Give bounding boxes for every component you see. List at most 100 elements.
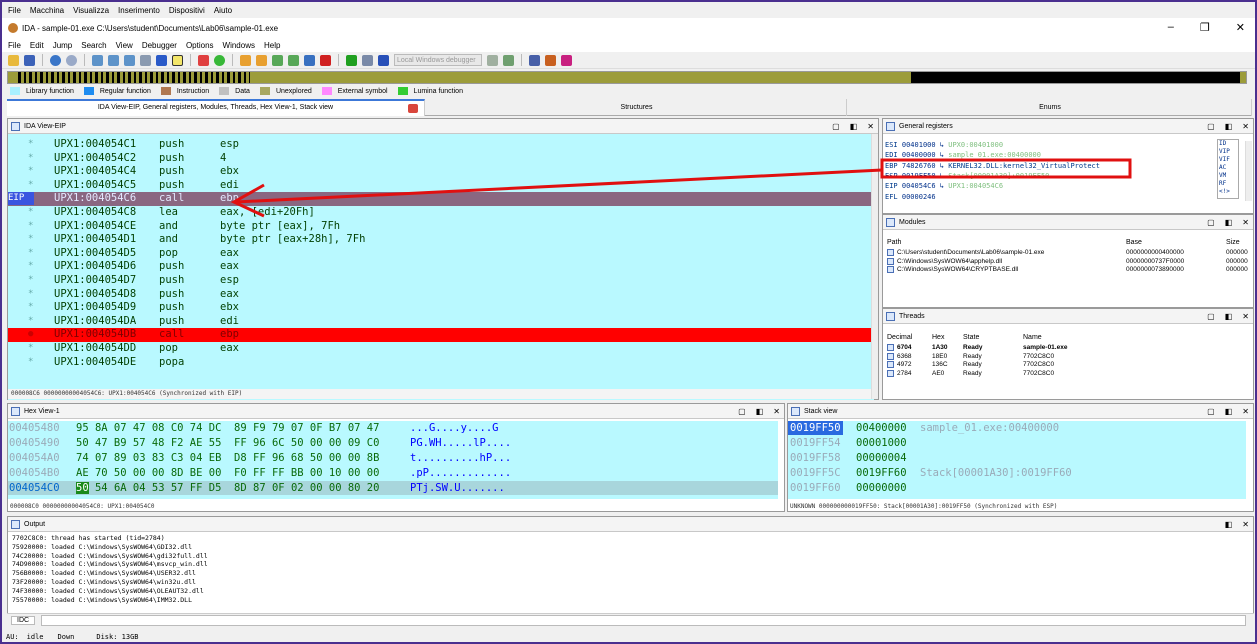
- settings-icon[interactable]: [503, 54, 514, 66]
- asm-line[interactable]: * UPX1:004054DD pop eax: [8, 342, 874, 356]
- thread-decimal[interactable]: 6704: [897, 344, 911, 351]
- tab-structures[interactable]: Structures: [427, 99, 847, 116]
- pane-float-icon[interactable]: ◧: [1225, 119, 1233, 134]
- pane-menu-icon[interactable]: ▢: [1207, 309, 1215, 324]
- stop-icon[interactable]: [378, 54, 389, 66]
- down-arrow-icon[interactable]: [156, 54, 167, 66]
- print-icon[interactable]: [140, 54, 151, 66]
- pane-menu-icon[interactable]: ▢: [832, 119, 840, 134]
- register-row[interactable]: ESP 0019FF50 ↳ Stack[00001A30]:0019FF50: [885, 171, 1049, 181]
- pane-close-icon[interactable]: ✕: [1242, 215, 1249, 230]
- asm-line[interactable]: * UPX1:004054C4 push ebx: [8, 165, 874, 179]
- stack-row[interactable]: 0019FF5C 0019FF60 Stack[00001A30]:0019FF60: [788, 466, 1248, 480]
- pane-close-icon[interactable]: ✕: [773, 404, 780, 419]
- stack-list[interactable]: 0019FF50 00400000 sample_01.exe:00400000 00…: [788, 421, 1246, 499]
- breakpoint-icon[interactable]: [561, 54, 572, 66]
- vbox-menu-input[interactable]: Inserimento: [118, 6, 160, 15]
- restore-button[interactable]: ❐: [1200, 21, 1210, 34]
- pane-menu-icon[interactable]: ▢: [1207, 404, 1215, 419]
- menu-windows[interactable]: Windows: [223, 41, 255, 50]
- patch-icon[interactable]: [304, 54, 315, 66]
- menu-view[interactable]: View: [116, 41, 133, 50]
- threads-col-state[interactable]: State: [963, 334, 979, 341]
- idc-button[interactable]: IDC: [11, 616, 36, 625]
- menu-file[interactable]: File: [8, 41, 21, 50]
- modules-col-path[interactable]: Path: [887, 239, 901, 246]
- func-icon[interactable]: [272, 54, 283, 66]
- module-path[interactable]: C:\Users\student\Documents\Lab06\sample-…: [897, 249, 1044, 256]
- pane-close-icon[interactable]: ✕: [867, 119, 874, 134]
- search-binary-icon[interactable]: [108, 54, 119, 66]
- register-row[interactable]: ESI 00401000 ↳ UPX0:00401000: [885, 140, 1003, 150]
- asm-line[interactable]: ● UPX1:004054DB call ebp: [8, 328, 874, 342]
- pane-float-icon[interactable]: ◧: [1225, 404, 1233, 419]
- struct-icon[interactable]: [240, 54, 251, 66]
- register-row[interactable]: EBP 74826760 ↳ KERNEL32.DLL:kernel32_Vir…: [885, 160, 1100, 171]
- pane-float-icon[interactable]: ◧: [1225, 215, 1233, 230]
- hex-row[interactable]: 00405490 50 47 B9 57 48 F2 AE 55 FF 96 6C…: [8, 436, 778, 450]
- asm-line[interactable]: *UPX1:004054C6callebpEIP: [8, 192, 874, 206]
- hex-row[interactable]: 00405480 95 8A 07 47 08 C0 74 DC 89 F9 79…: [8, 421, 778, 435]
- menu-help[interactable]: Help: [264, 41, 280, 50]
- asm-line[interactable]: * UPX1:004054D9 push ebx: [8, 301, 874, 315]
- stack-row[interactable]: 0019FF58 00000004: [788, 451, 1248, 465]
- green-dot-icon[interactable]: [214, 54, 225, 66]
- selected-byte[interactable]: 50: [76, 482, 89, 494]
- thread-decimal[interactable]: 2784: [897, 370, 911, 377]
- pane-close-icon[interactable]: ✕: [1242, 517, 1249, 532]
- navigation-band[interactable]: [7, 71, 1247, 84]
- save-icon[interactable]: [24, 54, 35, 66]
- threads-col-hex[interactable]: Hex: [932, 334, 944, 341]
- stack-row[interactable]: 0019FF60 00000000: [788, 481, 1248, 495]
- asm-line[interactable]: * UPX1:004054D8 push eax: [8, 288, 874, 302]
- attach-icon[interactable]: [487, 54, 498, 66]
- modules-col-base[interactable]: Base: [1126, 239, 1142, 246]
- register-row[interactable]: EFL 00000246: [885, 192, 936, 202]
- forward-icon[interactable]: [66, 54, 77, 66]
- asm-line[interactable]: * UPX1:004054D6 push eax: [8, 260, 874, 274]
- register-row[interactable]: EDI 00400000 ↳ sample_01.exe:00400000: [885, 150, 1041, 160]
- enum-icon[interactable]: [256, 54, 267, 66]
- asm-line[interactable]: * UPX1:004054DA push edi: [8, 315, 874, 329]
- asm-line[interactable]: * UPX1:004054DE popa: [8, 356, 874, 370]
- graph-icon[interactable]: [198, 54, 209, 66]
- stack-row[interactable]: 0019FF54 00001000: [788, 436, 1248, 450]
- module-path[interactable]: C:\Windows\SysWOW64\CRYPTBASE.dll: [897, 266, 1018, 273]
- registers-scrollbar[interactable]: [1245, 141, 1252, 201]
- idc-input[interactable]: [41, 615, 1246, 626]
- menu-options[interactable]: Options: [186, 41, 214, 50]
- pane-menu-icon[interactable]: ▢: [1207, 119, 1215, 134]
- menu-search[interactable]: Search: [81, 41, 106, 50]
- menu-jump[interactable]: Jump: [53, 41, 73, 50]
- asm-line[interactable]: * UPX1:004054D5 pop eax: [8, 247, 874, 261]
- pane-close-icon[interactable]: ✕: [1242, 309, 1249, 324]
- asm-line[interactable]: * UPX1:004054C2 push 4: [8, 152, 874, 166]
- hex-row[interactable]: 004054A0 74 07 89 03 83 C3 04 EB D8 FF 96…: [8, 451, 778, 465]
- pane-close-icon[interactable]: ✕: [1242, 119, 1249, 134]
- module-path[interactable]: C:\Windows\SysWOW64\apphelp.dll: [897, 258, 1002, 265]
- open-icon[interactable]: [8, 54, 19, 66]
- disasm-scrollbar[interactable]: [871, 134, 878, 399]
- pane-menu-icon[interactable]: ▢: [738, 404, 746, 419]
- search-text-icon[interactable]: [92, 54, 103, 66]
- vbox-menu-file[interactable]: File: [8, 6, 21, 15]
- delete-icon[interactable]: [320, 54, 331, 66]
- asm-line[interactable]: * UPX1:004054D1 and byte ptr [eax+28h], 7Fh: [8, 233, 874, 247]
- asm-line[interactable]: * UPX1:004054C8 lea eax, [edi+20Fh]: [8, 206, 874, 220]
- modules-col-size[interactable]: Size: [1226, 239, 1240, 246]
- debugger-select[interactable]: Local Windows debugger: [394, 54, 482, 66]
- tab-enums[interactable]: Enums: [849, 99, 1252, 116]
- search-next-icon[interactable]: [124, 54, 135, 66]
- asm-line[interactable]: * UPX1:004054C1 push esp: [8, 138, 874, 152]
- list-icon[interactable]: [545, 54, 556, 66]
- tab-close-icon[interactable]: [408, 104, 418, 113]
- asm-line[interactable]: * UPX1:004054CE and byte ptr [eax], 7Fh: [8, 220, 874, 234]
- threads-col-name[interactable]: Name: [1023, 334, 1042, 341]
- xref-icon[interactable]: [529, 54, 540, 66]
- asm-line[interactable]: * UPX1:004054C5 push edi: [8, 179, 874, 193]
- thread-decimal[interactable]: 4972: [897, 361, 911, 368]
- hex-row[interactable]: 004054B0 AE 70 50 00 00 8D BE 00 F0 FF FF…: [8, 466, 778, 480]
- menu-debugger[interactable]: Debugger: [142, 41, 177, 50]
- pane-close-icon[interactable]: ✕: [1242, 404, 1249, 419]
- pane-menu-icon[interactable]: ▢: [1207, 215, 1215, 230]
